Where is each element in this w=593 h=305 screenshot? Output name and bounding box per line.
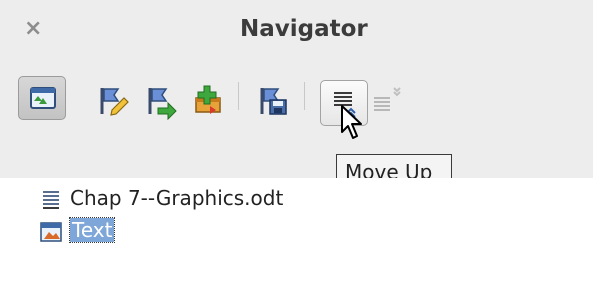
move-down-icon xyxy=(374,87,401,111)
tree-item-label-selected: Text xyxy=(68,217,116,243)
navigator-panel: × Navigator xyxy=(0,0,593,178)
title-bar: × Navigator xyxy=(0,0,593,60)
text-content-icon xyxy=(40,221,62,243)
document-icon xyxy=(40,189,62,211)
navigator-window: × Navigator Move Up Chap 7--Graphics.odt… xyxy=(0,0,593,305)
navigation-button[interactable] xyxy=(140,80,180,120)
set-reminder-icon xyxy=(100,88,129,116)
tree-item-label: Chap 7--Graphics.odt xyxy=(70,186,284,210)
toggle-icon xyxy=(30,87,56,109)
window-title: Navigator xyxy=(240,16,368,42)
set-reminder-button[interactable] xyxy=(92,80,132,120)
insert-button[interactable] xyxy=(188,80,228,120)
mouse-pointer-icon xyxy=(340,104,366,146)
content-tree: Chap 7--Graphics.odt Text xyxy=(0,178,593,305)
tree-item-document[interactable]: Chap 7--Graphics.odt xyxy=(40,185,283,211)
save-content-icon xyxy=(260,88,287,115)
tree-item-text[interactable]: Text xyxy=(40,217,116,243)
toolbar-separator xyxy=(238,82,239,110)
navigation-icon xyxy=(148,88,177,120)
toggle-button[interactable] xyxy=(18,76,66,120)
move-down-button[interactable] xyxy=(370,84,410,124)
close-icon[interactable]: × xyxy=(24,14,44,44)
save-content-button[interactable] xyxy=(252,80,292,120)
insert-icon xyxy=(195,85,221,114)
toolbar-separator xyxy=(304,82,305,110)
